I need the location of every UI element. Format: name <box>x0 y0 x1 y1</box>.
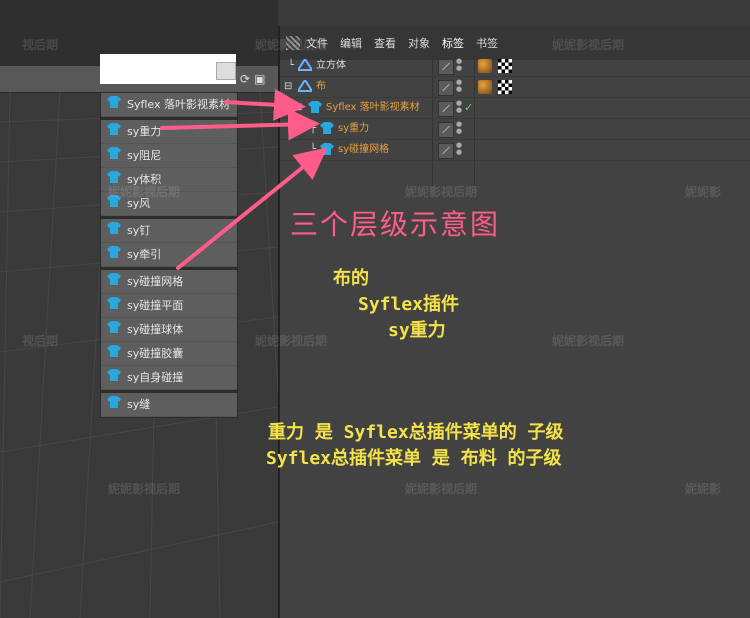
annotation-hierarchy-2: Syflex插件 <box>358 294 460 315</box>
arrow-syflex <box>224 88 306 121</box>
annotation-hierarchy-1: 布的 <box>333 268 369 289</box>
annotation-note-1: 重力 是 Syflex总插件菜单的 子级 <box>268 422 564 443</box>
annotation-title: 三个层级示意图 <box>290 208 501 241</box>
annotation-hierarchy-3: sy重力 <box>388 320 446 341</box>
annotation-note-2: Syflex总插件菜单 是 布料 的子级 <box>266 448 562 469</box>
arrow-gravity <box>160 108 320 141</box>
